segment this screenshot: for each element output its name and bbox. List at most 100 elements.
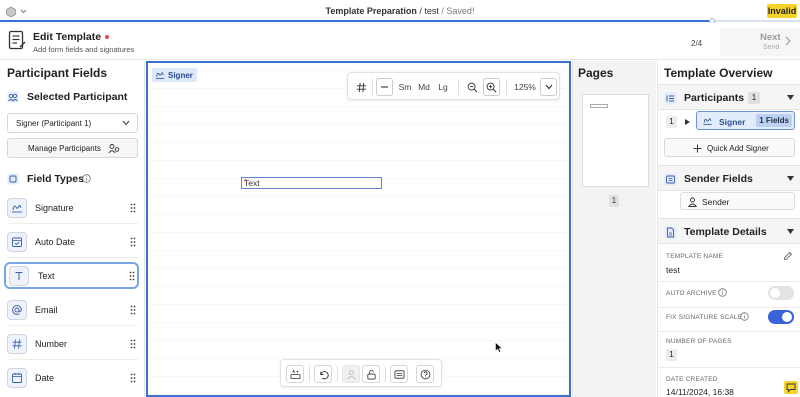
- calendar-icon: [7, 368, 27, 388]
- field-type-text[interactable]: Text: [4, 262, 139, 289]
- page-subtitle: Add form fields and signatures: [33, 45, 135, 54]
- toolbar-divider: [506, 79, 507, 95]
- invalid-badge[interactable]: Invalid: [767, 4, 797, 18]
- field-type-date[interactable]: Date: [7, 366, 138, 391]
- zoom-in-icon: [486, 82, 497, 92]
- signature-icon: [7, 198, 27, 218]
- info-icon[interactable]: [740, 312, 749, 321]
- next-button-sub: Send: [763, 44, 780, 51]
- size-decrease-button[interactable]: [376, 78, 393, 96]
- participant-select-value: Signer (Participant 1): [16, 119, 92, 128]
- pages-panel: Pages 1: [572, 61, 656, 397]
- field-type-signature[interactable]: Signature: [7, 196, 138, 221]
- drag-handle-icon[interactable]: [129, 271, 135, 281]
- toolbar-divider: [309, 366, 310, 382]
- divider: [7, 359, 138, 360]
- drag-handle-icon[interactable]: [130, 237, 136, 247]
- zoom-in-button[interactable]: [483, 78, 500, 96]
- info-icon[interactable]: [82, 174, 91, 183]
- divider: [658, 367, 800, 368]
- grid-toggle-button[interactable]: [353, 78, 369, 96]
- info-icon[interactable]: [718, 288, 727, 297]
- sender-name: Sender: [702, 197, 730, 207]
- auto-archive-toggle[interactable]: [768, 286, 794, 300]
- field-type-label: Signature: [35, 203, 74, 213]
- document-details-icon: [664, 226, 677, 239]
- edit-pencil-icon[interactable]: [783, 251, 793, 261]
- caret-down-icon: [787, 176, 794, 181]
- field-types-icon: [7, 173, 19, 185]
- zoom-dropdown-button[interactable]: [540, 78, 557, 96]
- zoom-level[interactable]: 125%: [512, 78, 538, 96]
- next-button[interactable]: Next Send: [720, 28, 800, 56]
- drag-handle-icon[interactable]: [130, 305, 136, 315]
- document-title: Template Preparation / test / Saved!: [0, 6, 800, 16]
- caret-right-icon[interactable]: [685, 119, 690, 125]
- participant-order-number: 1: [666, 116, 677, 128]
- drag-handle-icon[interactable]: [130, 203, 136, 213]
- sender-fields-section-header[interactable]: Sender Fields: [658, 165, 800, 191]
- signer-fields-count: 1 Fields: [756, 114, 792, 127]
- chat-icon: [786, 383, 796, 393]
- user-filter-button[interactable]: [342, 365, 360, 383]
- participant-fields-title: Participant Fields: [7, 66, 108, 80]
- quick-add-signer-label: Quick Add Signer: [707, 144, 769, 153]
- lock-button[interactable]: [362, 365, 380, 383]
- fix-signature-scale-toggle[interactable]: [768, 310, 794, 324]
- chevron-down-icon: [122, 120, 130, 126]
- participant-select[interactable]: Signer (Participant 1): [7, 113, 138, 133]
- size-lg-button[interactable]: Lg: [434, 78, 452, 96]
- field-list-button[interactable]: [390, 365, 408, 383]
- field-type-label: Email: [35, 305, 58, 315]
- toggle-knob: [782, 312, 792, 322]
- chat-support-button[interactable]: [784, 381, 798, 394]
- sender-pill[interactable]: Sender: [680, 192, 795, 210]
- zoom-out-icon: [467, 82, 477, 92]
- undo-button[interactable]: [314, 365, 332, 383]
- manage-participants-button[interactable]: Manage Participants: [7, 138, 138, 158]
- size-md-button[interactable]: Md: [415, 78, 433, 96]
- user-icon: [346, 369, 356, 379]
- signer-tag[interactable]: Signer: [152, 68, 197, 82]
- signer-participant-pill[interactable]: Signer 1 Fields: [696, 111, 795, 130]
- users-gear-icon: [108, 144, 120, 154]
- template-overview-panel: Template Overview Participants 1 1 Signe…: [657, 61, 800, 397]
- template-details-section-header[interactable]: Template Details: [658, 218, 800, 244]
- page-title: Edit Template: [33, 31, 110, 43]
- field-type-auto-date[interactable]: Auto Date: [7, 230, 138, 255]
- field-types-title: Field Types: [27, 173, 84, 185]
- participants-section-header[interactable]: Participants 1: [658, 84, 800, 110]
- thumbnail-field-marker: [590, 104, 608, 108]
- canvas-bottom-toolbar: [280, 359, 442, 387]
- auto-place-button[interactable]: [286, 365, 304, 383]
- quick-add-signer-button[interactable]: Quick Add Signer: [664, 138, 795, 157]
- at-icon: [7, 300, 27, 320]
- unlock-icon: [366, 369, 376, 379]
- toolbar-divider: [458, 79, 459, 95]
- page-title-text: Edit Template: [33, 31, 102, 43]
- field-type-number[interactable]: Number: [7, 332, 138, 357]
- document-canvas[interactable]: Signer Sm Md Lg 125% Text *: [146, 61, 571, 397]
- next-button-label: Next: [760, 32, 781, 43]
- page-thumbnail[interactable]: [582, 94, 649, 187]
- drag-handle-icon[interactable]: [130, 339, 136, 349]
- user-icon: [688, 197, 697, 207]
- help-icon: [420, 369, 430, 379]
- drag-handle-icon[interactable]: [130, 373, 136, 383]
- placed-text-field[interactable]: Text *: [241, 177, 382, 189]
- help-button[interactable]: [416, 365, 434, 383]
- page-header: Edit Template Add form fields and signat…: [0, 23, 800, 60]
- divider: [7, 257, 138, 258]
- sender-fields-label: Sender Fields: [684, 173, 753, 185]
- step-indicator: 2/4: [691, 39, 703, 48]
- save-status: / Saved!: [438, 6, 475, 16]
- signature-icon: [703, 118, 712, 125]
- auto-fields-icon: [290, 368, 300, 379]
- toolbar-divider: [372, 79, 373, 95]
- workflow-name: Template Preparation: [325, 6, 417, 16]
- field-type-label: Date: [35, 373, 55, 383]
- size-sm-button[interactable]: Sm: [396, 78, 414, 96]
- chevron-down-icon: [545, 84, 552, 90]
- field-type-email[interactable]: Email: [7, 298, 138, 323]
- zoom-out-button[interactable]: [464, 78, 480, 96]
